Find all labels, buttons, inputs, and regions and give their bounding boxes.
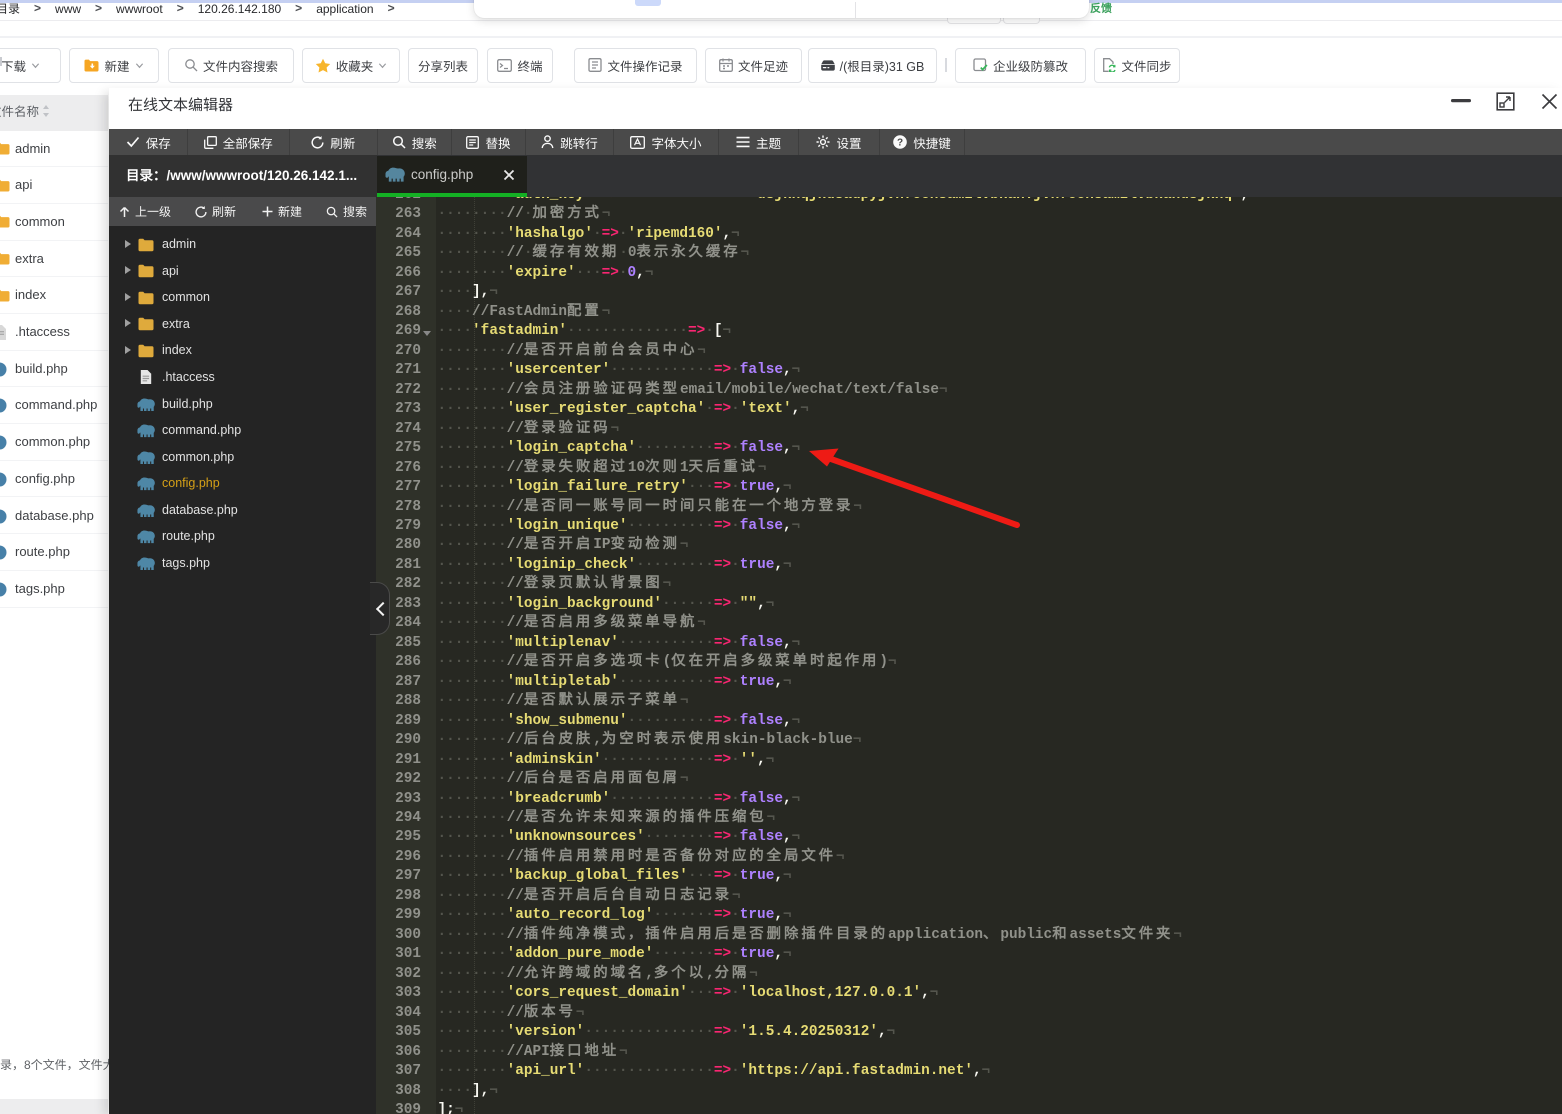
svg-text:?: ?: [897, 137, 903, 148]
